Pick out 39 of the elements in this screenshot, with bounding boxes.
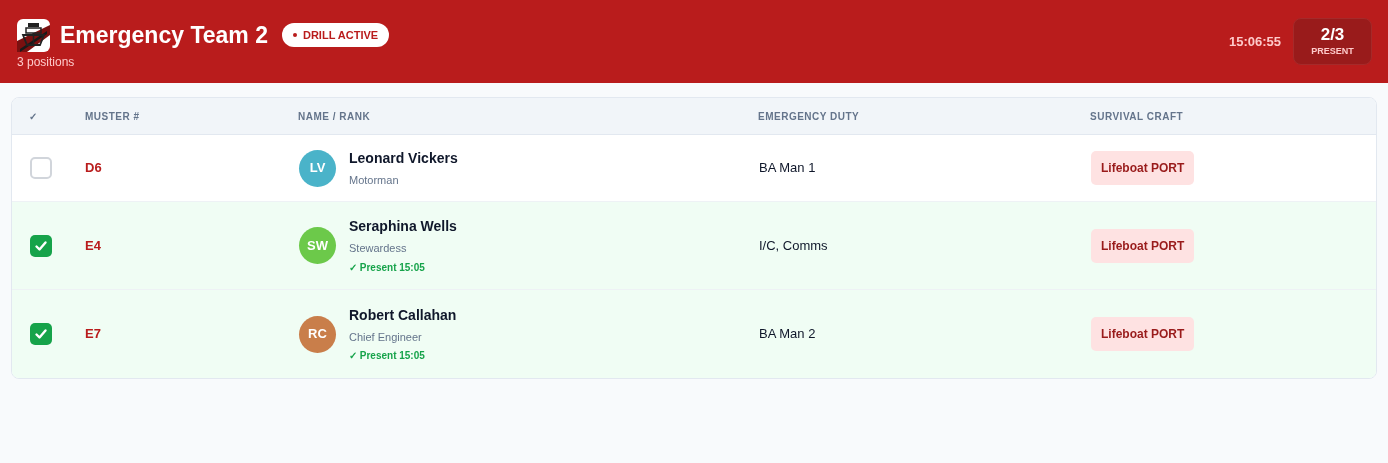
present-label: PRESENT (1311, 44, 1354, 58)
column-header: SURVIVAL CRAFT (1090, 109, 1185, 124)
crew-name: Leonard Vickers (349, 148, 458, 168)
present-time: ✓ Present 15:05 (349, 349, 426, 364)
column-header: ✓ (29, 109, 39, 124)
crew-rank: Stewardess (349, 241, 408, 257)
emergency-duty: BA Man 2 (759, 325, 817, 344)
crew-rank: Chief Engineer (349, 329, 423, 345)
muster-number: E7 (85, 325, 102, 344)
crew-row[interactable]: E4 SW Seraphina Wells Stewardess ✓ Present 15:05 I/C, Comms Lifeboat PORT (12, 202, 1376, 290)
survival-craft-tag: Lifeboat PORT (1091, 228, 1195, 263)
present-time: ✓ Present 15:05 (349, 260, 426, 275)
survival-craft-tag: Lifeboat PORT (1091, 151, 1195, 185)
muster-number: E4 (85, 236, 102, 255)
column-header: EMERGENCY DUTY (758, 109, 861, 124)
avatar: RC (299, 315, 336, 353)
crew-rank: Motorman (349, 172, 400, 188)
ship-logo-icon (17, 18, 50, 52)
positions-count: 3 positions (17, 54, 76, 72)
emergency-duty: BA Man 1 (759, 159, 817, 178)
muster-number: D6 (85, 159, 103, 178)
avatar: LV (299, 149, 336, 187)
present-count: 2/3 (1320, 24, 1345, 45)
avatar: SW (299, 227, 336, 264)
drill-status-badge: DRILL ACTIVE (281, 22, 390, 48)
check-icon (34, 327, 48, 341)
crew-name: Robert Callahan (349, 305, 457, 325)
checkbox[interactable] (30, 157, 52, 179)
checkbox[interactable] (30, 323, 52, 345)
check-icon (34, 238, 48, 253)
crew-row[interactable]: E7 RC Robert Callahan Chief Engineer ✓ Present 15:05 BA Man 2 Lifeboat PORT (12, 290, 1376, 378)
clock: 15:06:55 (1228, 32, 1281, 51)
checkbox[interactable] (30, 234, 52, 257)
team-title: Emergency Team 2 (60, 20, 268, 50)
survival-craft-tag: Lifeboat PORT (1091, 317, 1195, 351)
crew-name: Seraphina Wells (349, 217, 457, 237)
column-header: NAME / RANK (298, 109, 372, 124)
emergency-duty: I/C, Comms (759, 236, 829, 255)
column-header: MUSTER # (85, 109, 141, 124)
